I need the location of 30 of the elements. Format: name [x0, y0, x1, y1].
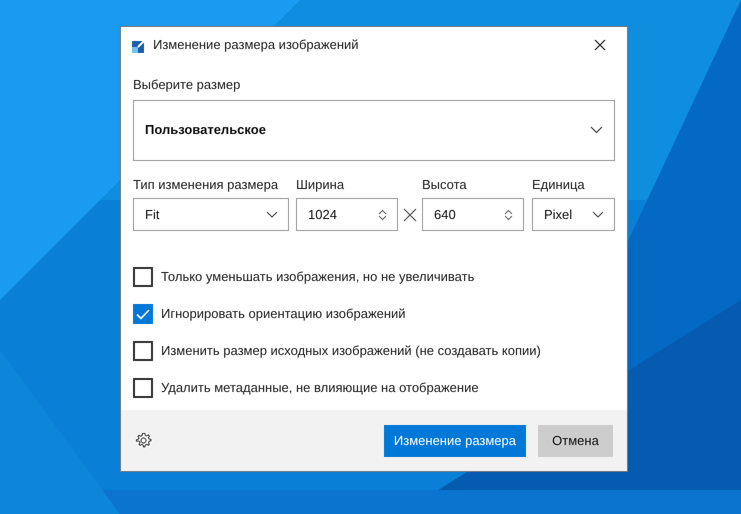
window-title: Изменение размера изображений [153, 36, 360, 54]
resize-button[interactable]: Изменение размера [384, 424, 526, 456]
close-icon [594, 39, 606, 51]
chevron-down-icon [590, 126, 603, 134]
chevron-down-icon [266, 211, 278, 218]
field-label: Ширина [296, 176, 344, 194]
checkbox-label: Удалить метаданные, не влияющие на отображение [161, 379, 479, 398]
multiply-icon [403, 208, 417, 222]
spinner-icon [378, 208, 387, 220]
checkbox[interactable] [133, 378, 153, 398]
cancel-button[interactable]: Отмена [538, 424, 613, 456]
spinner-icon [504, 208, 513, 220]
checkbox[interactable] [133, 267, 153, 287]
size-dropdown[interactable]: Пользовательское [133, 100, 615, 160]
field-label: Высота [422, 176, 467, 194]
settings-icon[interactable] [135, 432, 152, 449]
checkbox-label: Только уменьшать изображения, но не увеличивать [161, 268, 474, 286]
checkbox[interactable] [133, 341, 153, 361]
checkbox-label: Изменить размер исходных изображений (не создавать копии) [161, 342, 541, 360]
checkbox-label: Игнорировать ориентацию изображений [161, 305, 406, 324]
number-field[interactable]: 640 [422, 198, 524, 231]
field-label: Единица [532, 176, 585, 194]
number-field[interactable]: 1024 [296, 198, 398, 231]
size-label: Выберите размер [133, 76, 240, 94]
dropdown[interactable]: Pixel [532, 198, 615, 231]
chevron-down-icon [592, 211, 604, 218]
checkmark-icon [136, 308, 150, 320]
dropdown[interactable]: Fit [133, 198, 289, 231]
checkbox[interactable] [133, 304, 153, 324]
field-label: Тип изменения размера [133, 176, 278, 194]
